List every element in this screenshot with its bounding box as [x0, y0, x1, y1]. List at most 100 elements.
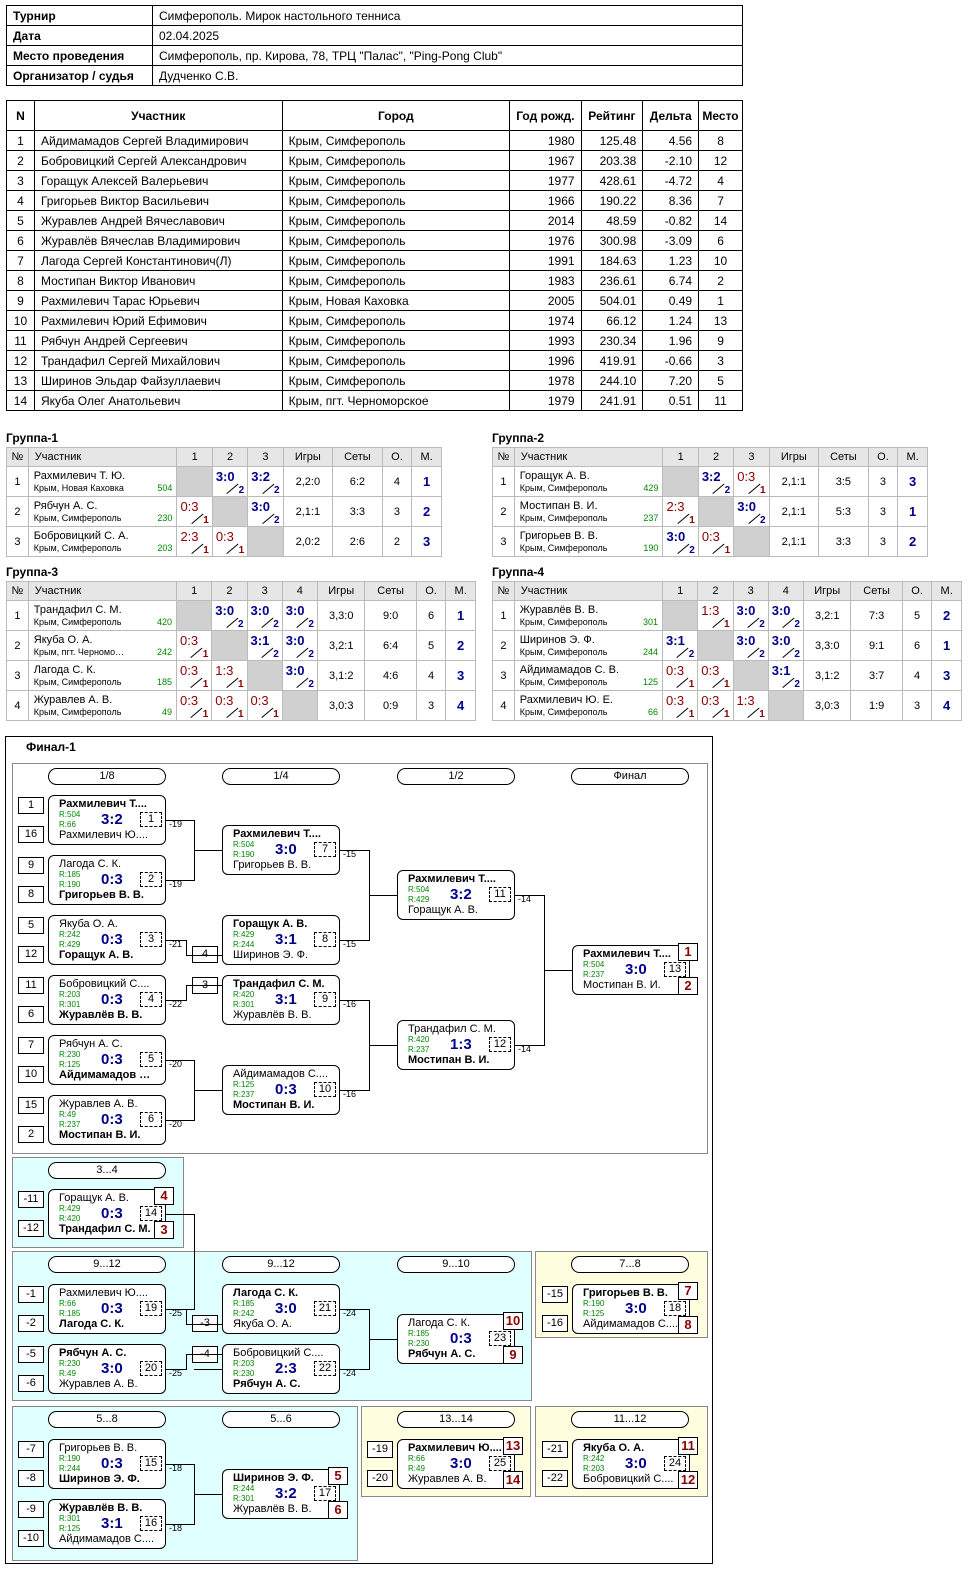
group-header: Игры	[802, 581, 852, 601]
match-rating-a: R:125	[233, 1080, 255, 1089]
match-player-a: Рахмилевич Т....	[233, 828, 321, 840]
participant-row: 10 Рахмилевич Юрий Ефимович Крым, Симфероп…	[6, 310, 743, 331]
participant-cell: -0.82	[642, 210, 700, 231]
match-points-value: 2	[794, 649, 800, 660]
participant-cell: 7	[6, 250, 35, 271]
group-sets: 2:6	[332, 526, 383, 557]
player-meta: Крым, Симферополь 125	[520, 676, 658, 688]
place-b: 3	[154, 1221, 174, 1239]
match-points-value: 2	[794, 679, 800, 690]
group-games: 3,3:0	[316, 600, 366, 631]
participant-cell: Крым, Симферополь	[281, 130, 511, 151]
match-player-a: Лагода С. К.	[59, 858, 122, 870]
group-num: 1	[6, 600, 29, 631]
group-points: 3	[415, 690, 447, 721]
match-player-b: Айдимамадов С....	[583, 1318, 679, 1330]
match-score: 0:3	[101, 1111, 123, 1128]
info-key: Организатор / судья	[6, 65, 153, 86]
participant-cell: 13	[698, 310, 743, 331]
participant-cell: 1983	[509, 270, 582, 291]
participant-cell: 4	[698, 170, 743, 191]
group-header: Игры	[316, 581, 366, 601]
match-box: Рахмилевич Т.... R:504 R:429 Горащук А. В. 3…	[397, 870, 515, 920]
player-city: Крым, Симферополь	[519, 482, 608, 493]
bracket-line	[194, 1369, 222, 1370]
group-title: Группа-1	[6, 431, 59, 445]
player-name: Григорьев В. В.	[519, 529, 598, 542]
match-score: 0:3	[101, 1455, 123, 1472]
group-sets: 4:6	[364, 660, 417, 691]
player-rating: 190	[643, 542, 659, 553]
player-rating: 66	[648, 706, 659, 717]
participant-cell: 5	[698, 370, 743, 391]
match-rating-b: R:237	[408, 1045, 430, 1054]
participant-cell: 190.22	[580, 190, 644, 211]
group-diagonal-cell	[281, 690, 318, 721]
match-player-a: Журавлёв В. В.	[59, 1502, 143, 1514]
participant-cell: 4	[6, 190, 35, 211]
participant-cell: Трандафил Сергей Михайлович	[33, 350, 283, 371]
group-row: 4 Рахмилевич Ю. Е. Крым, Симферополь 66 0:3 1…	[492, 690, 962, 721]
player-name: Рахмилевич Т. Ю.	[33, 469, 126, 482]
seed-a: 15	[18, 1097, 44, 1114]
match-score: 3:1	[101, 1515, 123, 1532]
match-player-b: Журавлев А. В.	[59, 1378, 138, 1390]
seed-a: -11	[18, 1191, 44, 1208]
match-number: 13	[664, 962, 686, 977]
group-header: 2	[211, 581, 248, 601]
group-sets: 7:3	[850, 600, 903, 631]
place-a: 4	[154, 1187, 174, 1205]
group-games: 2,2:0	[282, 466, 334, 497]
player-meta: Крым, Симферополь 244	[520, 646, 658, 658]
match-score: 3:2	[275, 1485, 297, 1502]
group-sets: 3:5	[818, 466, 869, 497]
match-points-value: 2	[724, 485, 731, 496]
participant-cell: 48.59	[580, 210, 644, 231]
participant-cell: 2	[698, 270, 743, 291]
match-rating-a: R:504	[408, 885, 430, 894]
seed-b: -8	[18, 1470, 44, 1487]
match-number: 7	[314, 842, 336, 857]
match-score: 3:2	[450, 886, 472, 903]
match-number: 9	[314, 992, 336, 1007]
participant-cell: Крым, Симферополь	[281, 270, 511, 291]
bracket-line	[340, 1309, 369, 1310]
match-box: Трандафил С. М. R:420 R:237 Мостипан В. И. 1…	[397, 1020, 515, 1070]
player-rating: 301	[643, 616, 659, 627]
player-meta: Крым, Симферополь 230	[34, 512, 173, 524]
group-score-cell: 0:3 1	[176, 496, 213, 527]
participant-cell: 1991	[509, 250, 582, 271]
bracket-line	[369, 895, 397, 896]
player-name: Трандафил С. М.	[33, 603, 122, 616]
participant-cell: Крым, Симферополь	[281, 190, 511, 211]
group-games: 3,1:2	[802, 660, 852, 691]
match-points: 2	[783, 616, 800, 630]
group-title: Группа-4	[492, 565, 545, 579]
participants-header: Рейтинг	[580, 100, 644, 131]
match-points: 2	[748, 616, 765, 630]
participant-cell: 8	[6, 270, 35, 291]
participant-cell: 8.36	[642, 190, 700, 211]
bracket-line	[340, 1369, 369, 1370]
match-score: 0:3	[275, 1081, 297, 1098]
player-meta: Крым, Симферополь 429	[520, 482, 659, 494]
round-label: 3...4	[48, 1162, 166, 1179]
participant-cell: Крым, пгт. Черноморское	[281, 390, 511, 411]
match-number: 24	[664, 1456, 686, 1471]
group-score-cell: 3:0 2	[281, 660, 318, 691]
participant-cell: Рябчун Андрей Сергеевич	[33, 330, 283, 351]
round-label: 1/8	[48, 768, 166, 785]
participant-row: 8 Мостипан Виктор Иванович Крым, Симферопо…	[6, 270, 743, 291]
participant-row: 5 Журавлев Андрей Вячеславович Крым, Симфе…	[6, 210, 743, 231]
match-points-value: 1	[237, 709, 244, 720]
group-player: Лагода С. К. Крым, Симферополь 185	[27, 660, 178, 691]
seed-a: -5	[18, 1346, 44, 1363]
group-header: Сеты	[850, 581, 903, 601]
place-b: 8	[678, 1316, 698, 1334]
group-points: 3	[901, 690, 933, 721]
match-rating-a: R:190	[583, 1299, 605, 1308]
info-row: Турнир Симферополь. Мирок настольного тен…	[6, 5, 743, 26]
group-score-cell: 3:0 2	[281, 600, 318, 631]
participant-cell: 7	[698, 190, 743, 211]
group-games: 3,2:1	[316, 630, 366, 661]
